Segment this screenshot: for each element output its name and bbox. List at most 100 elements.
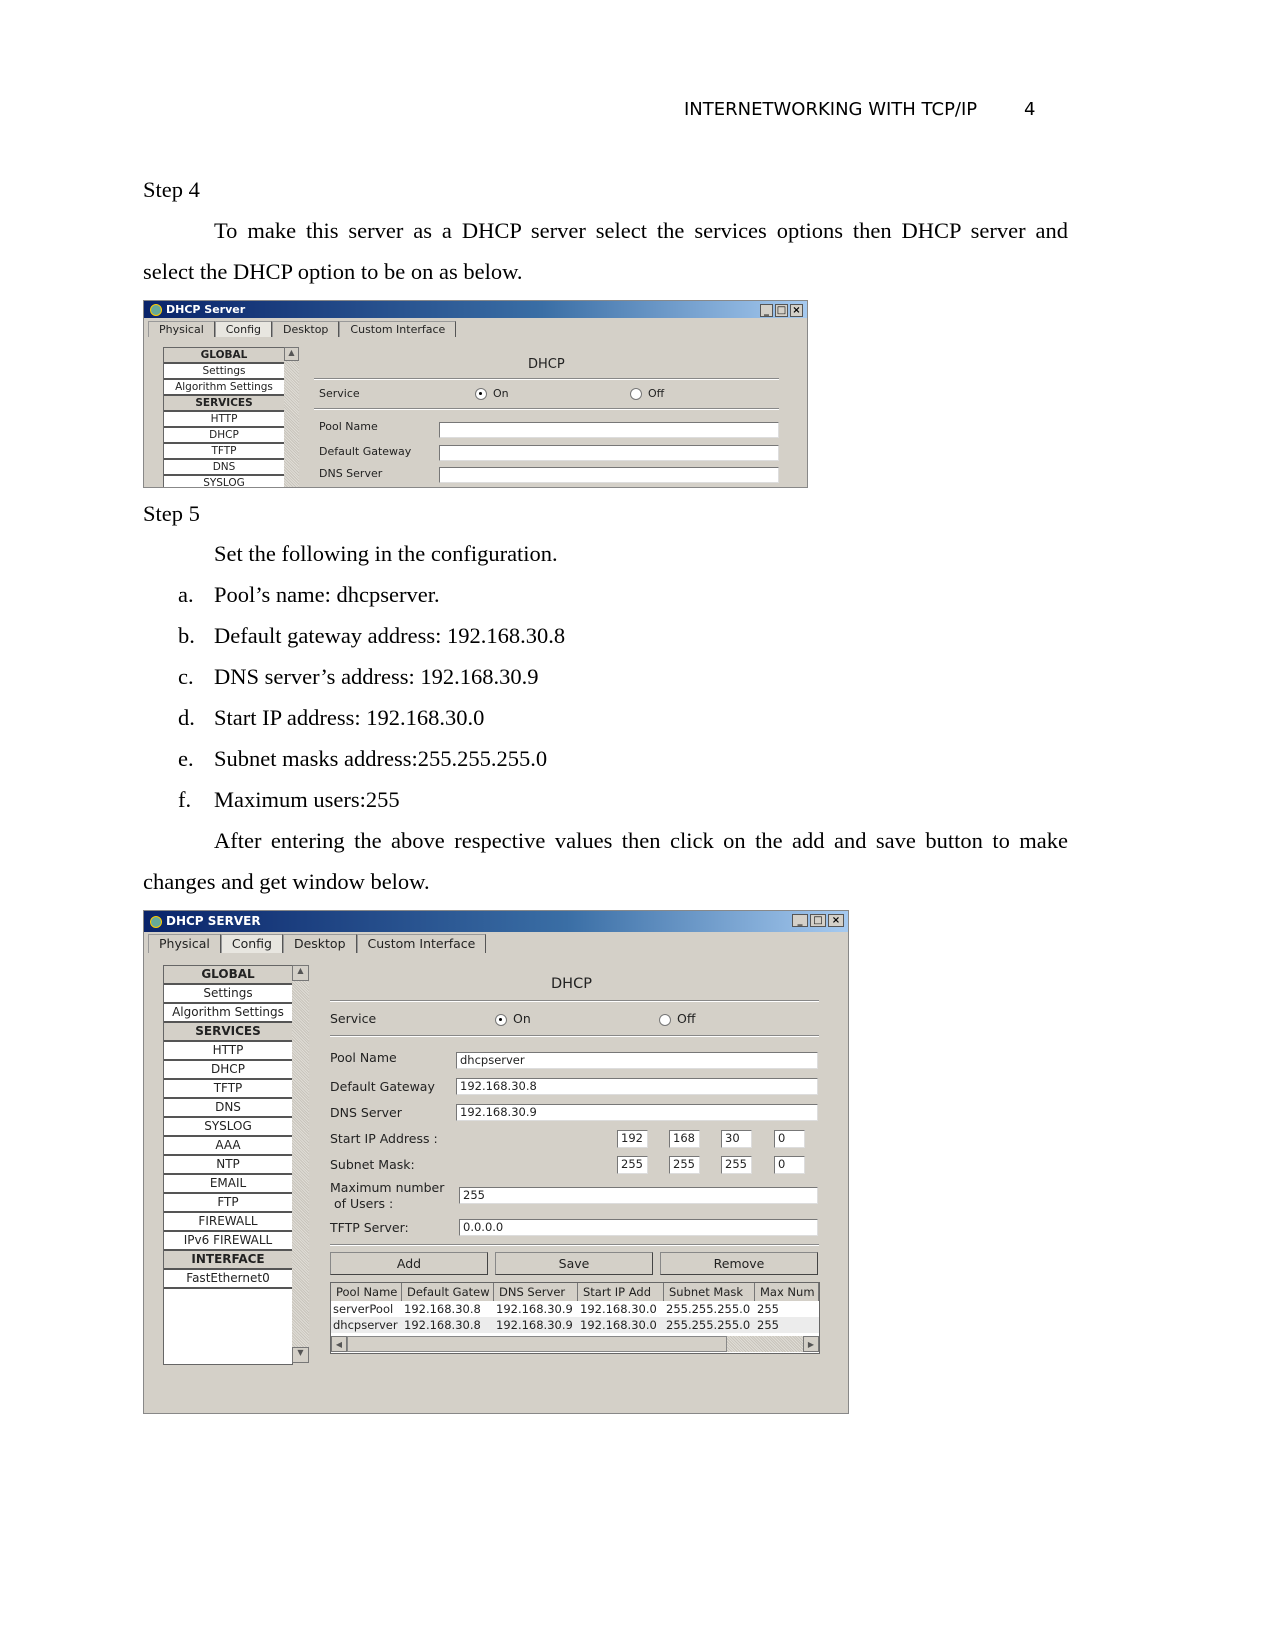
sidebar-item-firewall[interactable]: FIREWALL <box>164 1213 292 1232</box>
table-row[interactable]: serverPool 192.168.30.8 192.168.30.9 192… <box>331 1301 819 1317</box>
sidebar-item-email[interactable]: EMAIL <box>164 1175 292 1194</box>
max-users-input[interactable]: 255 <box>459 1187 818 1204</box>
service-off-radio[interactable]: Off <box>630 387 664 400</box>
dns-server-input[interactable] <box>439 467 779 483</box>
start-ip-octet-2[interactable]: 168 <box>669 1130 700 1148</box>
radio-on-icon[interactable] <box>495 1013 507 1026</box>
service-label: Service <box>330 1011 377 1026</box>
scroll-up-icon[interactable]: ▲ <box>284 347 299 361</box>
sidebar-item-dhcp[interactable]: DHCP <box>164 428 284 444</box>
sidebar-item-aaa[interactable]: AAA <box>164 1137 292 1156</box>
column-header[interactable]: Max Num <box>755 1283 819 1301</box>
subnet-octet-2[interactable]: 255 <box>669 1156 700 1174</box>
tab-custom-interface[interactable]: Custom Interface <box>356 934 487 953</box>
list-item: DNS server’s address: 192.168.30.9 <box>214 664 539 689</box>
radio-on-icon[interactable] <box>475 388 487 400</box>
cell: 255 <box>757 1302 779 1316</box>
cell: 255.255.255.0 <box>666 1318 751 1332</box>
remove-button[interactable]: Remove <box>660 1252 818 1275</box>
pool-name-input[interactable]: dhcpserver <box>456 1052 818 1069</box>
pool-name-input[interactable] <box>439 422 779 438</box>
sidebar-item-tftp[interactable]: TFTP <box>164 1080 292 1099</box>
sidebar-item-algorithm-settings[interactable]: Algorithm Settings <box>164 1004 292 1023</box>
cell: 255 <box>757 1318 779 1332</box>
start-ip-octet-3[interactable]: 30 <box>721 1130 752 1148</box>
sidebar-item-http[interactable]: HTTP <box>164 412 284 428</box>
tab-custom-interface[interactable]: Custom Interface <box>339 321 457 337</box>
column-header[interactable]: Start IP Add <box>578 1283 664 1301</box>
tab-desktop[interactable]: Desktop <box>272 321 340 337</box>
scroll-right-icon[interactable]: ▶ <box>803 1336 819 1352</box>
sidebar-item-algorithm-settings[interactable]: Algorithm Settings <box>164 380 284 396</box>
subnet-mask-label: Subnet Mask: <box>330 1157 415 1172</box>
scroll-thumb[interactable] <box>347 1336 727 1352</box>
table-horizontal-scrollbar[interactable]: ◀ ▶ <box>331 1336 819 1352</box>
service-on-radio[interactable]: On <box>475 387 509 400</box>
sidebar-item-syslog[interactable]: SYSLOG <box>164 1118 292 1137</box>
subnet-octet-4[interactable]: 0 <box>774 1156 805 1174</box>
sidebar-item-dns[interactable]: DNS <box>164 460 284 476</box>
sidebar-item-ipv6-firewall[interactable]: IPv6 FIREWALL <box>164 1232 292 1251</box>
document-page: INTERNETWORKING WITH TCP/IP 4 Step 4 To … <box>0 0 1275 1650</box>
sidebar-item-ntp[interactable]: NTP <box>164 1156 292 1175</box>
minimize-button[interactable]: _ <box>760 304 773 317</box>
panel-title: DHCP <box>551 976 592 992</box>
sidebar-item-ftp[interactable]: FTP <box>164 1194 292 1213</box>
service-off-radio[interactable]: Off <box>659 1011 695 1026</box>
table-row[interactable]: dhcpserver 192.168.30.8 192.168.30.9 192… <box>331 1317 819 1333</box>
sidebar-item-dhcp[interactable]: DHCP <box>164 1061 292 1080</box>
sidebar-item-dns[interactable]: DNS <box>164 1099 292 1118</box>
maximize-button[interactable]: □ <box>810 914 826 927</box>
list-marker: f. <box>178 787 192 812</box>
max-users-label-line1: Maximum number <box>330 1180 445 1195</box>
radio-off-icon[interactable] <box>659 1013 671 1026</box>
close-button[interactable]: × <box>790 304 803 317</box>
sidebar-item-settings[interactable]: Settings <box>164 985 292 1004</box>
tftp-server-input[interactable]: 0.0.0.0 <box>459 1219 818 1236</box>
config-sidebar: GLOBAL Settings Algorithm Settings SERVI… <box>163 347 285 487</box>
minimize-button[interactable]: _ <box>792 914 808 927</box>
scroll-left-icon[interactable]: ◀ <box>331 1336 347 1352</box>
on-label: On <box>493 387 509 400</box>
sidebar-item-tftp[interactable]: TFTP <box>164 444 284 460</box>
list-item: Maximum users:255 <box>214 787 400 812</box>
column-header[interactable]: Subnet Mask <box>664 1283 755 1301</box>
column-header[interactable]: DNS Server <box>494 1283 578 1301</box>
scroll-up-icon[interactable]: ▲ <box>292 965 309 981</box>
tab-physical[interactable]: Physical <box>148 934 221 953</box>
save-button[interactable]: Save <box>495 1252 653 1275</box>
tab-config[interactable]: Config <box>214 321 273 337</box>
dns-server-input[interactable]: 192.168.30.9 <box>456 1104 818 1121</box>
sidebar-group-interface: INTERFACE <box>164 1251 292 1270</box>
service-on-radio[interactable]: On <box>495 1011 531 1026</box>
page-number: 4 <box>1024 99 1036 120</box>
tab-config[interactable]: Config <box>220 934 283 953</box>
maximize-button[interactable]: □ <box>775 304 788 317</box>
sidebar-scrollbar[interactable]: ▲ <box>284 347 299 487</box>
sidebar-item-fastethernet0[interactable]: FastEthernet0 <box>164 1270 292 1289</box>
default-gateway-input[interactable]: 192.168.30.8 <box>456 1078 818 1095</box>
tab-desktop[interactable]: Desktop <box>282 934 357 953</box>
scroll-down-icon[interactable]: ▼ <box>292 1347 309 1363</box>
sidebar-item-http[interactable]: HTTP <box>164 1042 292 1061</box>
subnet-octet-1[interactable]: 255 <box>617 1156 648 1174</box>
cell: 192.168.30.0 <box>580 1302 657 1316</box>
start-ip-octet-1[interactable]: 192 <box>617 1130 648 1148</box>
radio-off-icon[interactable] <box>630 388 642 400</box>
sidebar-item-settings[interactable]: Settings <box>164 364 284 380</box>
packet-tracer-icon <box>150 915 162 928</box>
tab-physical[interactable]: Physical <box>148 321 215 337</box>
cell: 192.168.30.9 <box>496 1302 573 1316</box>
default-gateway-input[interactable] <box>439 445 779 461</box>
subnet-octet-3[interactable]: 255 <box>721 1156 752 1174</box>
column-header[interactable]: Default Gatew <box>402 1283 494 1301</box>
sidebar-item-syslog[interactable]: SYSLOG <box>164 476 284 487</box>
list-item: Start IP address: 192.168.30.0 <box>214 705 485 730</box>
sidebar-group-global: GLOBAL <box>164 966 292 985</box>
close-button[interactable]: × <box>828 914 844 927</box>
add-button[interactable]: Add <box>330 1252 488 1275</box>
sidebar-scrollbar[interactable]: ▲ ▼ <box>292 965 309 1363</box>
divider <box>330 1244 819 1246</box>
start-ip-octet-4[interactable]: 0 <box>774 1130 805 1148</box>
column-header[interactable]: Pool Name <box>331 1283 402 1301</box>
